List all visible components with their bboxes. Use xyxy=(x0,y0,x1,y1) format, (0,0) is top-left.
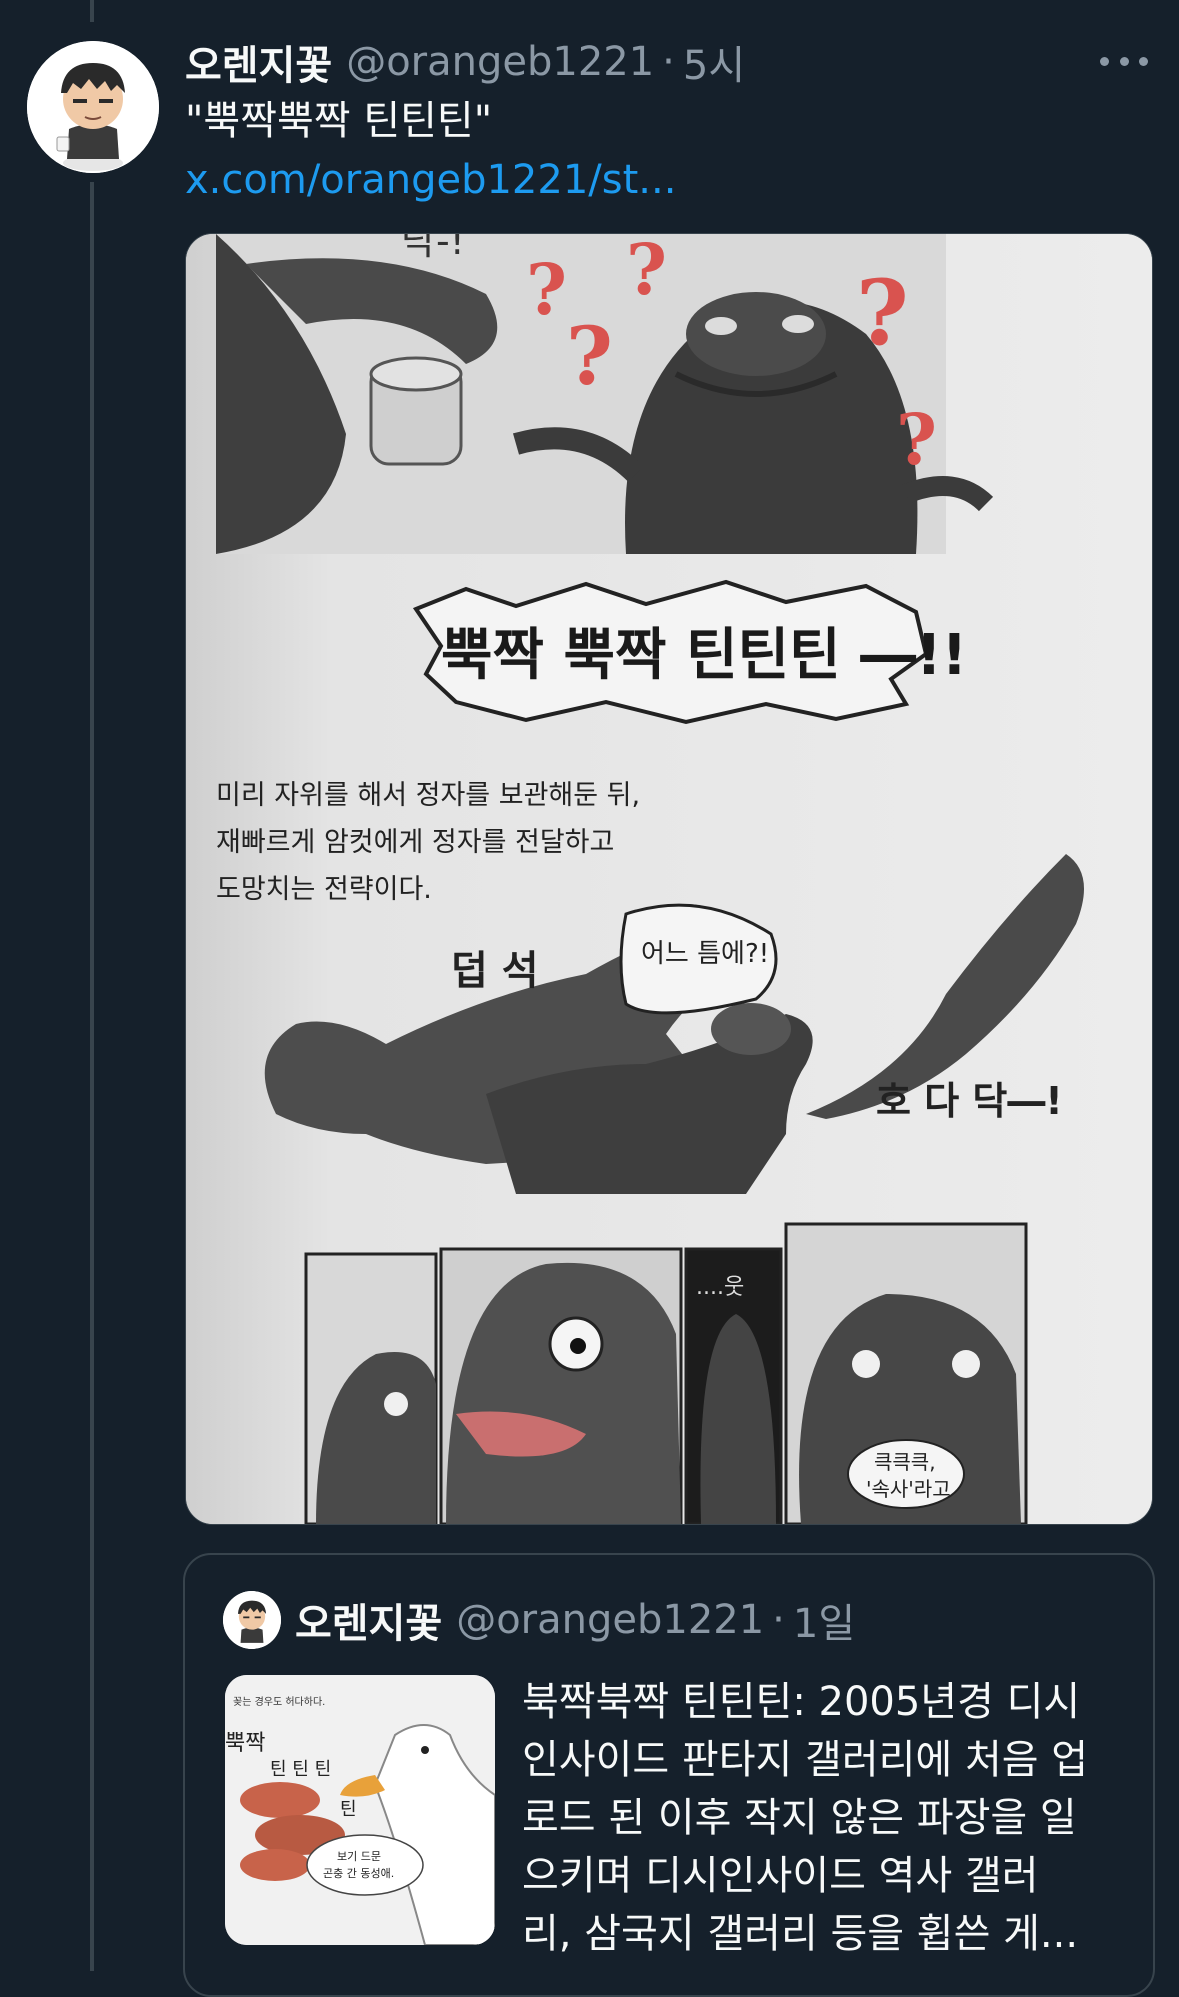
thread-line-top xyxy=(90,0,94,22)
more-options-icon[interactable] xyxy=(1100,50,1148,72)
svg-text:?: ? xyxy=(566,309,613,403)
sfx-top: 닥-! xyxy=(401,234,465,263)
thumb-sfx-b: 틴 틴 틴 xyxy=(270,1759,331,1780)
quote-author-avatar xyxy=(223,1591,281,1649)
more-dot xyxy=(1139,56,1148,66)
quote-author-handle: @orangeb1221 xyxy=(456,1597,765,1643)
comic-page-image: ? ? ? ? ? 닥-! 뿍짝 뿍짝 틴틴틴 ―!! 미리 자위를 해서 정자… xyxy=(186,234,1152,1524)
tweet-timestamp[interactable]: 5시 xyxy=(683,33,745,91)
tweet-text: "뿍짝뿍짝 틴틴틴" xyxy=(185,98,493,144)
author-avatar[interactable] xyxy=(27,41,159,173)
speech-laugh-1: 큭큭큭, xyxy=(874,1450,936,1474)
thumb-sfx-a: 뿍짝 xyxy=(225,1731,265,1756)
narration-line-3: 도망치는 전략이다. xyxy=(216,874,432,905)
quote-text-line: 로드 된 이후 작지 않은 파장을 일 xyxy=(522,1795,1077,1841)
quote-timestamp: 1일 xyxy=(792,1601,856,1647)
avatar-illustration-icon xyxy=(223,1591,281,1649)
quote-thumbnail-image: 꽂는 경우도 허다하다. 뿍짝 틴 틴 틴 틴 보기 드문 곤충 간 동성애. xyxy=(225,1675,495,1945)
sfx-dots: ....웃 xyxy=(696,1275,744,1300)
thread-connector-line xyxy=(90,182,94,1971)
thumb-top-text: 꽂는 경우도 허다하다. xyxy=(233,1695,325,1708)
avatar-illustration-icon xyxy=(27,41,159,173)
svg-text:?: ? xyxy=(856,260,909,366)
speech-laugh-2: '속사'라고 xyxy=(866,1477,951,1501)
thumb-sfx-c: 틴 xyxy=(340,1799,357,1820)
comic-thumbnail-image: 꽂는 경우도 허다하다. 뿍짝 틴 틴 틴 틴 보기 드문 곤충 간 동성애. xyxy=(225,1675,495,1945)
thumb-speech-1: 보기 드문 xyxy=(337,1850,381,1863)
quote-text-line: 리, 삼국지 갤러리 등을 휩쓴 게... xyxy=(522,1911,1079,1957)
sfx-run: 호 다 닥―! xyxy=(876,1079,1063,1123)
tweet-media-image[interactable]: ? ? ? ? ? 닥-! 뿍짝 뿍짝 틴틴틴 ―!! 미리 자위를 해서 정자… xyxy=(185,233,1153,1525)
quote-text-line: 북짝북짝 틴틴틴: 2005년경 디시 xyxy=(522,1679,1081,1725)
more-dot xyxy=(1100,56,1109,66)
thumb-speech-2: 곤충 간 동성애. xyxy=(323,1867,394,1880)
separator-dot: · xyxy=(772,1597,785,1643)
quote-author-name: 오렌지꽃 xyxy=(295,1601,443,1647)
svg-text:?: ? xyxy=(526,248,567,331)
tweet-link[interactable]: x.com/orangeb1221/st... xyxy=(185,152,676,208)
more-dot xyxy=(1119,56,1129,66)
narration-line-1: 미리 자위를 해서 정자를 보관해둔 뒤, xyxy=(216,780,640,811)
svg-text:?: ? xyxy=(896,398,937,481)
quote-header: 오렌지꽃 @orangeb1221 · 1일 xyxy=(295,1585,855,1655)
tweet-header: 오렌지꽃 @orangeb1221 · 5시 xyxy=(185,34,745,90)
author-name[interactable]: 오렌지꽃 xyxy=(185,33,332,91)
quote-text-line: 으키며 디시인사이드 역사 갤러 xyxy=(522,1853,1039,1899)
sfx-grab: 덥 석 xyxy=(451,948,539,994)
shout-text: 뿍짝 뿍짝 틴틴틴 ―!! xyxy=(441,623,967,688)
quote-text-line: 인사이드 판타지 갤러리에 처음 업 xyxy=(522,1737,1089,1783)
separator-dot: · xyxy=(662,39,675,85)
svg-text:?: ? xyxy=(626,234,667,311)
quote-text: 북짝북짝 틴틴틴: 2005년경 디시 인사이드 판타지 갤러리에 처음 업 로… xyxy=(522,1673,1132,1963)
author-handle[interactable]: @orangeb1221 xyxy=(346,39,654,85)
quoted-tweet[interactable]: 오렌지꽃 @orangeb1221 · 1일 꽂는 경우도 허다하다. 뿍짝 틴… xyxy=(183,1553,1155,1997)
narration-line-2: 재빠르게 암컷에게 정자를 전달하고 xyxy=(216,827,614,858)
speech-when: 어느 틈에?! xyxy=(641,939,769,969)
